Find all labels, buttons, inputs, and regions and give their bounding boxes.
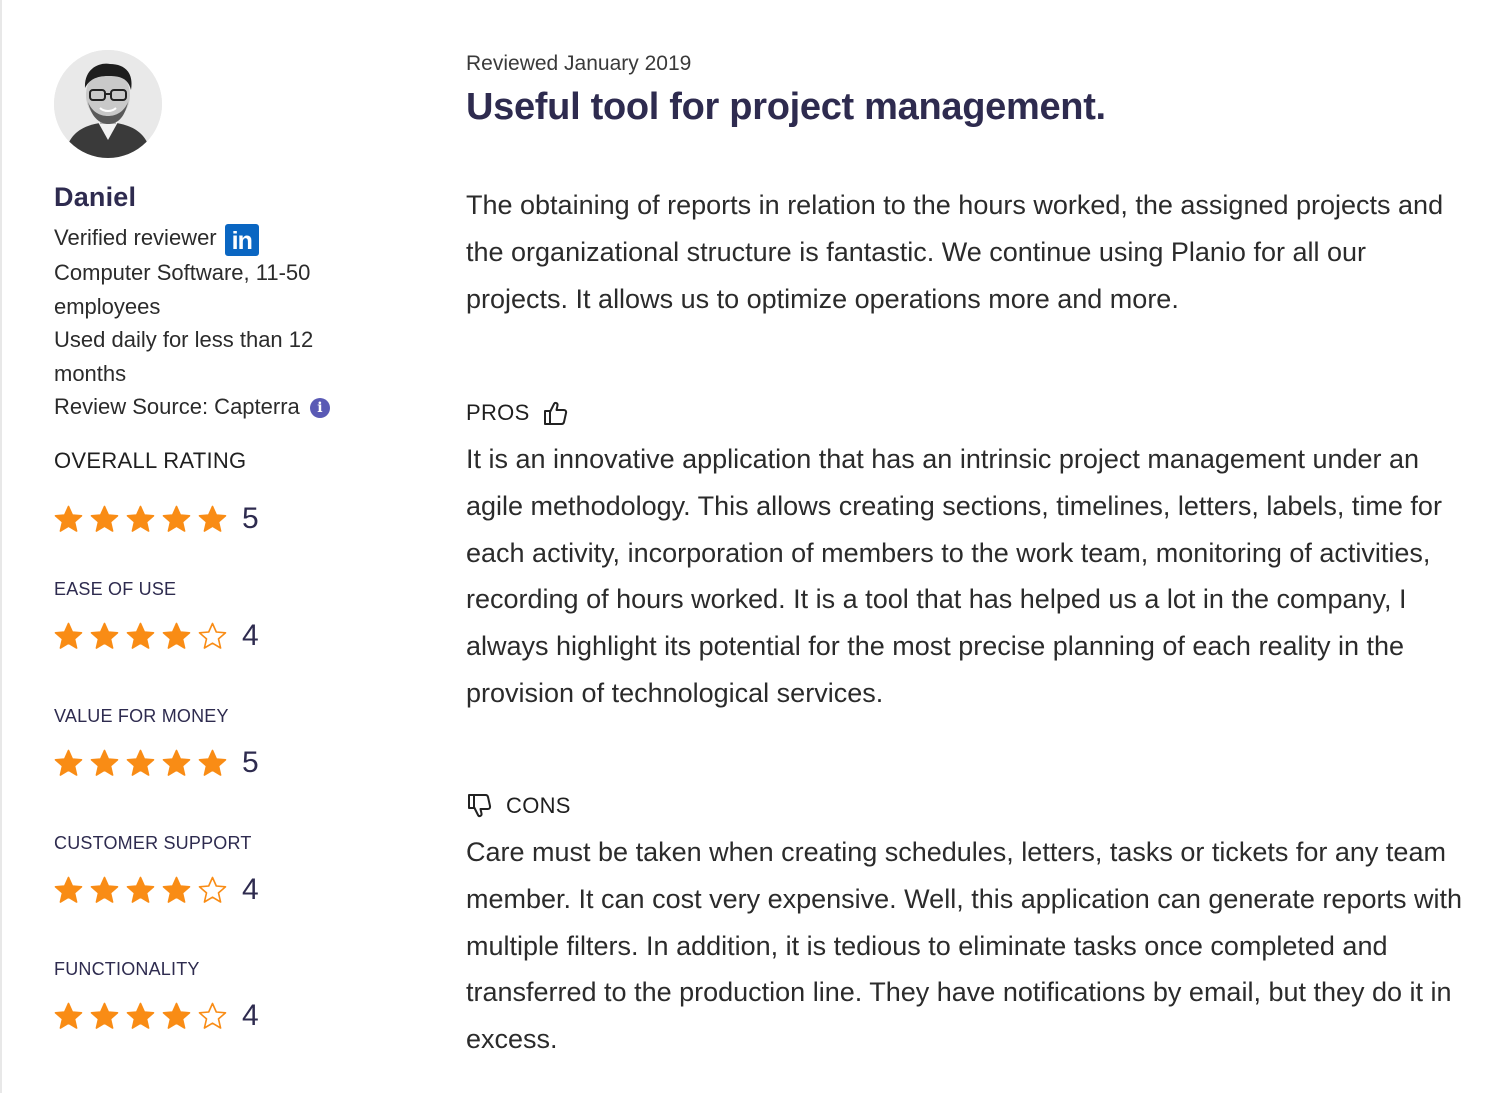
functionality-row: 4 — [54, 996, 259, 1036]
functionality-score: 4 — [242, 999, 259, 1032]
verified-label: Verified reviewer — [54, 225, 217, 250]
overall-rating-block: OVERALL RATING 5 — [54, 438, 259, 539]
review-header: Reviewed January 2019 Useful tool for pr… — [466, 52, 1466, 129]
customer-support-stars — [54, 876, 234, 905]
reviewer-meta: Verified reviewer in Computer Software, … — [54, 221, 374, 424]
usage-line-1: Used daily for less than 12 — [54, 327, 314, 352]
star-filled-icon — [162, 505, 191, 534]
star-filled-icon — [54, 876, 83, 905]
star-filled-icon — [54, 622, 83, 651]
star-filled-icon — [54, 505, 83, 534]
star-filled-icon — [90, 876, 119, 905]
star-filled-icon — [90, 505, 119, 534]
reviewer-name: Daniel — [54, 182, 137, 212]
thumbs-down-icon — [466, 793, 492, 819]
star-filled-icon — [54, 1002, 83, 1031]
linkedin-icon[interactable]: in — [224, 224, 259, 256]
overall-rating-label: OVERALL RATING — [54, 448, 247, 473]
star-filled-icon — [126, 505, 155, 534]
verified-line: Verified reviewer in — [54, 221, 374, 256]
industry-line-1: Computer Software, 11-50 — [54, 260, 311, 285]
source-line: Review Source: Capterra i — [54, 390, 374, 424]
value-for-money-stars — [54, 749, 234, 778]
star-filled-icon — [162, 749, 191, 778]
star-filled-icon — [90, 1002, 119, 1031]
usage-line-2: months — [54, 360, 127, 386]
ease-of-use-label: EASE OF USE — [54, 579, 177, 599]
review-summary: The obtaining of reports in relation to … — [466, 190, 1444, 314]
customer-support-block: CUSTOMER SUPPORT 4 — [54, 833, 259, 910]
overall-rating-row: 5 — [54, 499, 259, 539]
star-filled-icon — [162, 876, 191, 905]
value-for-money-label: VALUE FOR MONEY — [54, 706, 229, 726]
ease-of-use-stars — [54, 622, 234, 651]
pros-text: It is an innovative application that has… — [466, 444, 1442, 708]
ease-of-use-block: EASE OF USE 4 — [54, 579, 259, 656]
star-filled-icon — [126, 1002, 155, 1031]
overall-stars — [54, 505, 234, 534]
star-filled-icon — [198, 505, 227, 534]
customer-support-score: 4 — [242, 873, 259, 906]
customer-support-row: 4 — [54, 870, 259, 910]
star-filled-icon — [126, 876, 155, 905]
star-empty-icon — [198, 876, 227, 905]
review-card: Daniel Verified reviewer in Computer Sof… — [0, 0, 1494, 1093]
star-filled-icon — [198, 749, 227, 778]
review-date: Reviewed January 2019 — [466, 52, 692, 75]
star-filled-icon — [54, 749, 83, 778]
review-source: Review Source: Capterra — [54, 394, 300, 419]
industry-line-2: employees — [54, 293, 161, 319]
avatar — [54, 50, 162, 158]
pros-heading: PROS — [466, 400, 568, 426]
reviewer-panel: Daniel Verified reviewer in Computer Sof… — [54, 50, 374, 424]
star-filled-icon — [162, 622, 191, 651]
thumbs-up-icon — [542, 400, 568, 426]
cons-text: Care must be taken when creating schedul… — [466, 837, 1462, 1055]
value-for-money-block: VALUE FOR MONEY 5 — [54, 706, 259, 783]
star-empty-icon — [198, 1002, 227, 1031]
star-filled-icon — [162, 1002, 191, 1031]
star-filled-icon — [90, 749, 119, 778]
functionality-label: FUNCTIONALITY — [54, 959, 200, 979]
cons-heading: CONS — [466, 793, 571, 819]
ease-of-use-row: 4 — [54, 616, 259, 656]
review-title: Useful tool for project management. — [466, 86, 1106, 128]
pros-label: PROS — [466, 400, 530, 425]
cons-label: CONS — [506, 793, 571, 818]
star-filled-icon — [90, 622, 119, 651]
ease-of-use-score: 4 — [242, 619, 259, 652]
customer-support-label: CUSTOMER SUPPORT — [54, 833, 252, 853]
overall-score: 5 — [242, 502, 259, 535]
star-filled-icon — [126, 749, 155, 778]
value-for-money-score: 5 — [242, 746, 259, 779]
star-empty-icon — [198, 622, 227, 651]
functionality-block: FUNCTIONALITY 4 — [54, 959, 259, 1036]
star-filled-icon — [126, 622, 155, 651]
value-for-money-row: 5 — [54, 743, 259, 783]
info-icon[interactable]: i — [309, 398, 330, 418]
functionality-stars — [54, 1002, 234, 1031]
